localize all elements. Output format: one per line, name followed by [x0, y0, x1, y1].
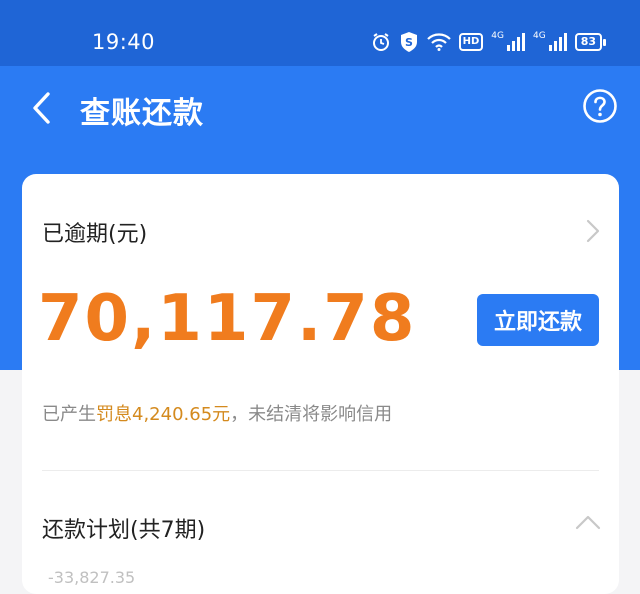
status-icons: S HD 4G 4G 83	[371, 31, 606, 53]
signal-4g-icon: 4G	[491, 31, 525, 51]
plan-first-item-peek: -33,827.35	[48, 568, 136, 587]
divider	[42, 470, 599, 471]
network-type-label-2: 4G	[532, 31, 546, 41]
battery-icon: 83	[574, 33, 606, 51]
overdue-card: 已逾期(元) 70,117.78 立即还款 已产生罚息4,240.65元，未结清…	[22, 174, 619, 594]
hd-icon: HD	[458, 33, 484, 51]
status-time: 19:40	[92, 30, 156, 54]
status-bar: 19:40 S HD 4G 4G 83	[0, 0, 640, 66]
notice-suffix: ，未结清将影响信用	[230, 404, 393, 425]
chevron-up-icon[interactable]	[575, 514, 601, 530]
overdue-label: 已逾期(元)	[42, 222, 148, 247]
wifi-icon	[426, 33, 451, 51]
alarm-icon	[372, 33, 389, 51]
signal-4g-icon-2: 4G	[533, 31, 567, 51]
penalty-notice: 已产生罚息4,240.65元，未结清将影响信用	[42, 400, 392, 426]
battery-level: 83	[574, 33, 602, 51]
page-title: 查账还款	[80, 96, 204, 131]
pay-now-button[interactable]: 立即还款	[477, 294, 599, 346]
shield-s-icon: S	[400, 32, 417, 52]
svg-text:S: S	[405, 36, 413, 49]
chevron-right-icon[interactable]	[585, 218, 601, 244]
repayment-plan-label[interactable]: 还款计划(共7期)	[42, 512, 205, 544]
network-type-label: 4G	[491, 31, 504, 41]
overdue-amount: 70,117.78	[38, 282, 417, 356]
question-circle-icon[interactable]	[582, 88, 618, 124]
chevron-left-icon[interactable]	[28, 90, 56, 126]
notice-prefix: 已产生	[42, 404, 96, 425]
nav-bar: 查账还款	[0, 66, 640, 150]
penalty-amount: 罚息4,240.65元	[96, 404, 231, 425]
